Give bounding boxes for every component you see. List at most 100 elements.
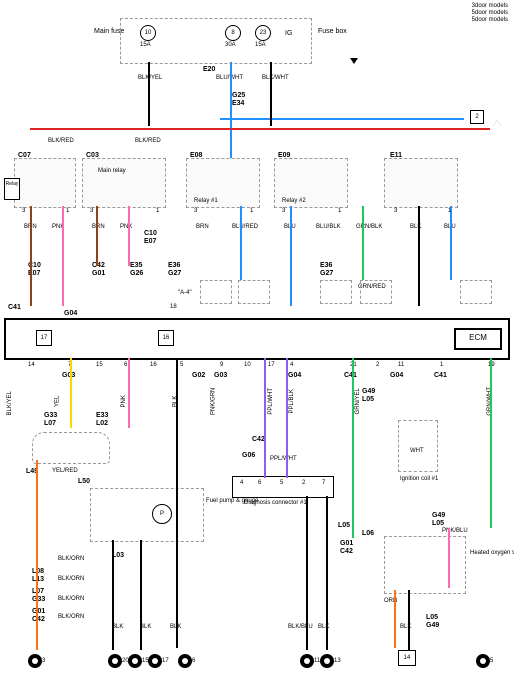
wire-yelred: YEL/RED [52, 468, 78, 475]
gnd-13-num: 13 [334, 658, 341, 665]
pin-17b: 17 [268, 362, 275, 369]
conn-e35: E35 [130, 262, 142, 269]
wire-blkyel-lo: BLK/YEL [7, 391, 14, 415]
wire-grnyel: GRN/YEL [355, 388, 362, 414]
pin-6b: 6 [124, 362, 127, 369]
fuse-8: 8 [225, 25, 241, 41]
wire-blkyel-1: BLK/YEL [138, 75, 162, 82]
conn-c42b: C42 [32, 616, 45, 623]
diag-label: Diagnosis connector #1 [244, 500, 307, 507]
relay2-pin3: 3 [90, 208, 93, 215]
wht-label: WHT [410, 448, 424, 455]
wire-blk-v7 [408, 590, 410, 650]
conn-g04: G04 [64, 310, 77, 317]
conn-c42c: C42 [340, 548, 353, 555]
wire-blk-v2 [176, 358, 178, 648]
wire-grnblk: GRN/BLK [356, 224, 382, 231]
wire-brn-v1 [30, 206, 32, 306]
diag-pin6: 6 [258, 480, 261, 487]
a4-label: "A-4" [178, 290, 192, 297]
relay3-pin1: 1 [250, 208, 253, 215]
wire-ppl-v2 [286, 358, 288, 478]
wire-grn-v2 [352, 358, 354, 538]
diag-pin2: 2 [302, 480, 305, 487]
gnd-13 [320, 654, 334, 668]
wire-pnkgrn: PNK/GRN [210, 388, 217, 415]
relay2-label: Relay #2 [282, 198, 306, 205]
wire-blkwht-v [270, 62, 272, 126]
relay-label-box: Relay [4, 178, 20, 200]
conn-l05c: L05 [338, 522, 350, 529]
wire-pnk-2: PNK [120, 224, 132, 231]
diag-pin4: 4 [240, 480, 243, 487]
conn-g01b: G01 [32, 608, 45, 615]
fuse-10-amp: 15A [140, 42, 151, 49]
diag-pin5: 5 [280, 480, 283, 487]
wire-grn-v1 [362, 206, 364, 280]
bus-blu [220, 118, 464, 120]
gnd-6-num: 6 [192, 658, 195, 665]
gnd-3 [28, 654, 42, 668]
conn-e07: E07 [144, 238, 156, 245]
bus-red [30, 128, 490, 130]
ecm-right [508, 318, 510, 358]
gnd-15 [128, 654, 142, 668]
instrument-cluster [32, 432, 110, 464]
pin-18: 18 [170, 304, 177, 311]
conn-l08: L08 [32, 568, 44, 575]
wire-pplblk: PPL/BLK [289, 389, 296, 413]
wire-blu-v1 [230, 62, 232, 158]
conn-g01: G01 [92, 270, 105, 277]
gnd-17 [148, 654, 162, 668]
conn-g01c: G01 [340, 540, 353, 547]
pin-9: 9 [220, 362, 223, 369]
ign-label: Ignition coil #1 [400, 476, 438, 483]
wire-pnk-v2 [128, 206, 130, 266]
conn-c41-2: C41 [344, 372, 357, 379]
conn-g49b: G49 [432, 512, 445, 519]
wire-yel-v [70, 358, 72, 428]
main-fuse-label: Main fuse [94, 28, 116, 36]
conn-l05d: L05 [426, 614, 438, 621]
fan-1 [200, 280, 232, 304]
relay1-label: Relay #1 [194, 198, 218, 205]
conn-g33b: G33 [32, 596, 45, 603]
fuse-23-amp: 15A [255, 42, 266, 49]
fan-4 [360, 280, 392, 304]
wire-blu-v3 [450, 206, 452, 280]
wire-pnkblu: PNK/BLU [442, 528, 468, 535]
conn-l02: L02 [96, 420, 108, 427]
gnd-arrow-top [350, 58, 358, 64]
fan-5 [460, 280, 492, 304]
wire-blkorn-3: BLK/ORN [58, 596, 84, 603]
conn-g49c: G49 [426, 622, 439, 629]
relay5-pin3: 3 [394, 208, 397, 215]
gnd-3-num: 3 [42, 658, 45, 665]
node-14-box: 14 [398, 650, 416, 666]
pin-2b: 2 [376, 362, 379, 369]
wire-blk-v5 [306, 496, 308, 650]
legend-3: 5door models [472, 17, 508, 24]
fan-2 [238, 280, 270, 304]
wire-blkorn-2: BLK/ORN [58, 576, 84, 583]
ecm-17: 17 [36, 330, 52, 346]
fusebox-label: Fuse box [318, 28, 347, 36]
pin-1b: 1 [440, 362, 443, 369]
wire-brn-3: BRN [196, 224, 209, 231]
relay-e11 [384, 158, 458, 208]
relay-c03 [82, 158, 166, 208]
conn-g04-3: G04 [390, 372, 403, 379]
conn-g26: G26 [130, 270, 143, 277]
pin-16b: 16 [150, 362, 157, 369]
conn-c42-2: C42 [252, 436, 265, 443]
relay-c07 [14, 158, 76, 208]
ecm-bus-bot [4, 358, 510, 360]
conn-e34: E34 [232, 100, 244, 107]
relay1-pin1: 1 [66, 208, 69, 215]
wire-pplwht2: PPL/WHT [270, 456, 297, 463]
gnd-5 [476, 654, 490, 668]
conn-l06: L06 [362, 530, 374, 537]
main-relay-label: Main relay [98, 168, 126, 175]
wire-blkblu: BLK/BLU [288, 624, 313, 631]
fuse-10: 10 [140, 25, 156, 41]
